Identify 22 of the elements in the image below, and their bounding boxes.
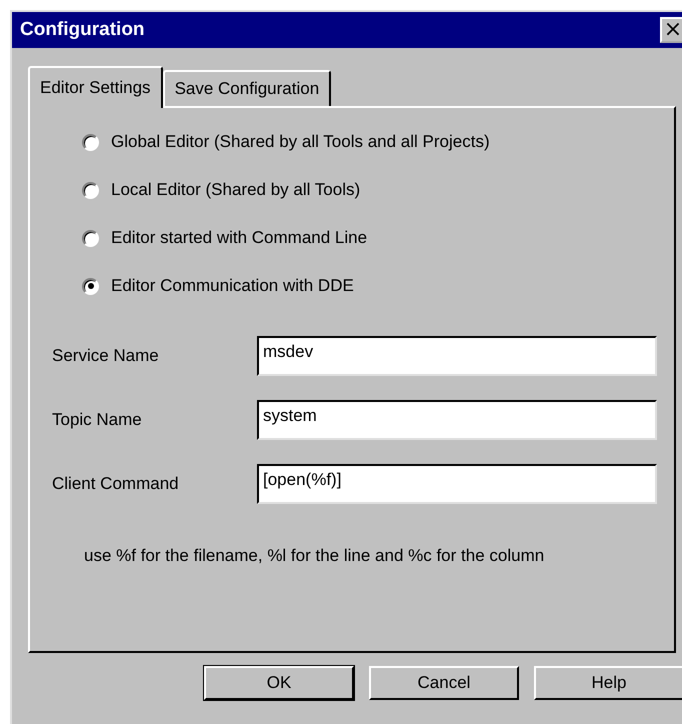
text-field[interactable]: [open(%f)] <box>257 464 657 504</box>
field-label: Topic Name <box>52 410 143 430</box>
dialog-button[interactable]: Help <box>534 666 682 700</box>
radio-button[interactable] <box>82 182 99 198</box>
radio-button[interactable] <box>82 134 99 150</box>
window-title: Configuration <box>20 19 145 41</box>
hint-text: use %f for the filename, %l for the line and %c for the column <box>83 545 546 566</box>
radio-label: Local Editor (Shared by all Tools) <box>111 180 360 200</box>
text-field[interactable]: msdev <box>257 336 657 376</box>
dialog-button[interactable]: OK <box>204 666 354 700</box>
text-field[interactable]: system <box>257 400 657 440</box>
radio-button[interactable] <box>82 230 99 246</box>
close-button[interactable]: × <box>660 17 682 43</box>
radio-label: Editor Communication with DDE <box>111 276 354 296</box>
field-label: Client Command <box>52 474 180 494</box>
tab[interactable]: Editor Settings <box>28 66 163 108</box>
tab[interactable]: Save Configuration <box>162 70 332 106</box>
dialog-button[interactable]: Cancel <box>369 666 519 700</box>
radio-label: Global Editor (Shared by all Tools and all Projects) <box>111 132 490 152</box>
field-label: Service Name <box>52 346 160 366</box>
radio-button[interactable] <box>82 278 99 294</box>
radio-label: Editor started with Command Line <box>111 228 368 248</box>
